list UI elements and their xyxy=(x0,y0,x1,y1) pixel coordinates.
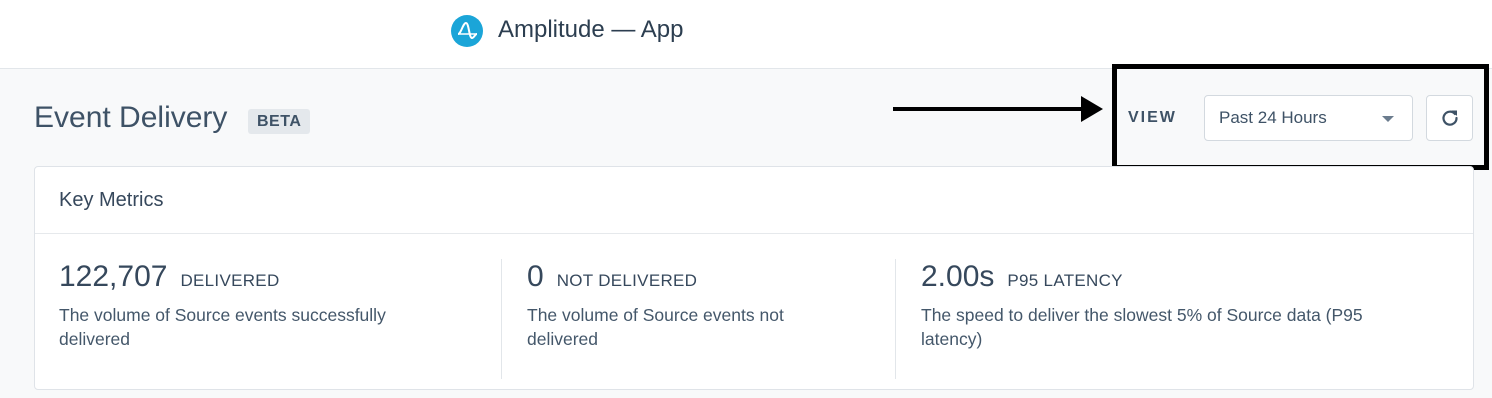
metric-description: The volume of Source events successfully… xyxy=(59,303,499,351)
metric-value: 0 xyxy=(527,260,544,293)
metric-description: The speed to deliver the slowest 5% of S… xyxy=(921,303,1461,351)
view-range-select[interactable]: Past 24 Hours xyxy=(1204,95,1413,141)
view-range-value: Past 24 Hours xyxy=(1219,108,1327,127)
refresh-button[interactable] xyxy=(1426,95,1473,141)
top-bar: Amplitude — App xyxy=(0,0,1492,69)
metric-label: NOT DELIVERED xyxy=(556,271,698,290)
metric-p95-latency: 2.00s P95 LATENCY The speed to deliver t… xyxy=(921,259,1461,351)
metric-description: The volume of Source events not delivere… xyxy=(527,303,887,351)
metric-delivered: 122,707 DELIVERED The volume of Source e… xyxy=(59,259,499,351)
app-title: Amplitude — App xyxy=(498,16,684,43)
view-label: VIEW xyxy=(1128,109,1177,126)
metric-description-line: The volume of Source events successfully xyxy=(59,305,386,325)
metric-description-line: The volume of Source events not xyxy=(527,305,784,325)
metric-label: P95 LATENCY xyxy=(1007,271,1123,290)
metric-value: 122,707 xyxy=(59,260,168,293)
caret-down-icon xyxy=(1382,116,1394,122)
metric-description-line: delivered xyxy=(59,329,131,349)
beta-badge: BETA xyxy=(248,109,311,134)
amplitude-logo-icon xyxy=(451,15,483,47)
metric-description-line: latency) xyxy=(921,329,983,349)
divider xyxy=(895,259,896,379)
refresh-icon xyxy=(1441,110,1458,126)
key-metrics-card: Key Metrics 122,707 DELIVERED The volume… xyxy=(34,166,1474,390)
metric-label: DELIVERED xyxy=(180,271,280,290)
metric-not-delivered: 0 NOT DELIVERED The volume of Source eve… xyxy=(527,259,887,351)
page-title: Event Delivery xyxy=(34,101,228,134)
metric-description-line: delivered xyxy=(527,329,599,349)
metric-value: 2.00s xyxy=(921,260,995,293)
divider xyxy=(501,259,502,379)
right-arrow-icon xyxy=(893,96,1103,122)
card-title: Key Metrics xyxy=(35,167,1473,234)
metric-description-line: The speed to deliver the slowest 5% of S… xyxy=(921,305,1363,325)
